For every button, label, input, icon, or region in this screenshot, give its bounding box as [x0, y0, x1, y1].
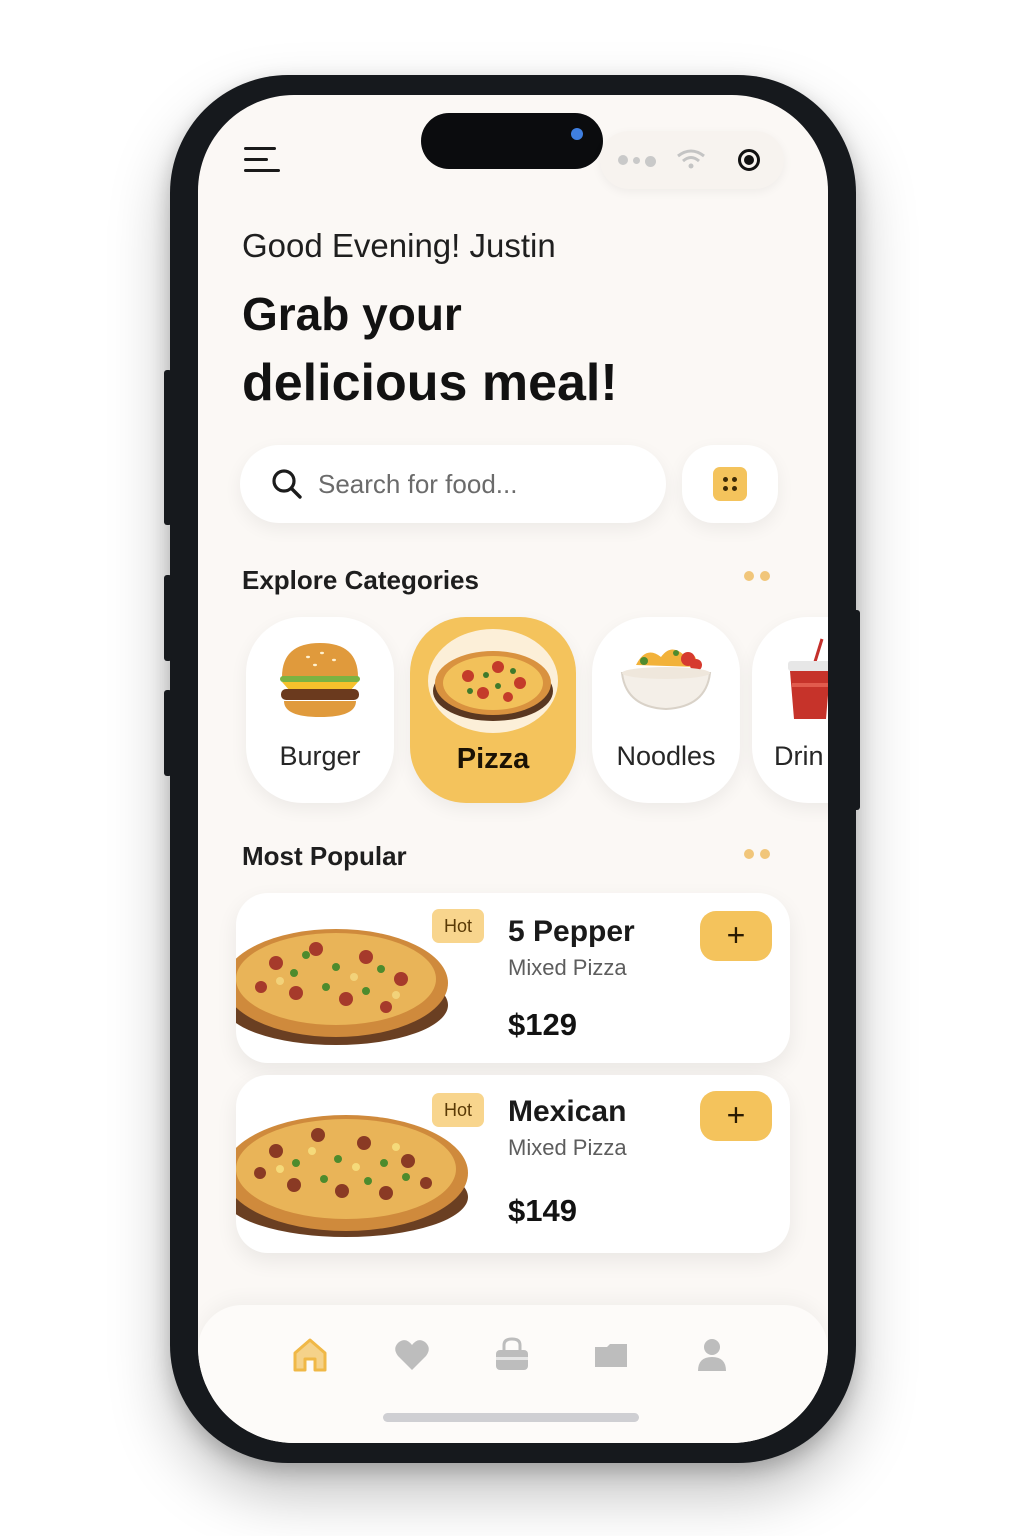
category-label: Noodles: [616, 741, 716, 771]
search-input[interactable]: [318, 463, 638, 505]
popular-title: Most Popular: [242, 841, 407, 871]
popular-item-card[interactable]: Hot 5 Pepper Mixed Pizza $129 +: [236, 893, 790, 1063]
add-to-cart-button[interactable]: +: [700, 1091, 772, 1141]
category-noodles[interactable]: Noodles: [592, 617, 740, 803]
volume-up-button: [164, 575, 172, 661]
home-icon[interactable]: [290, 1335, 330, 1375]
bottom-navigation: [198, 1305, 828, 1443]
item-name: Mexican: [508, 1095, 627, 1128]
headline-line-2: delicious meal!: [242, 354, 618, 412]
grid-icon: [713, 467, 747, 501]
categories-title: Explore Categories: [242, 565, 479, 595]
category-label: Pizza: [456, 743, 530, 775]
item-price: $129: [508, 1007, 577, 1042]
wifi-icon: [676, 148, 706, 175]
signal-dot-icon: [633, 157, 640, 164]
headline-line-1: Grab your: [242, 288, 462, 340]
profile-icon[interactable]: [692, 1335, 732, 1375]
search-bar[interactable]: [240, 445, 666, 523]
drink-icon: [788, 638, 828, 719]
camera-dot: [571, 128, 583, 140]
category-burger[interactable]: Burger: [246, 617, 394, 803]
item-name: 5 Pepper: [508, 915, 635, 948]
filter-button[interactable]: [682, 445, 778, 523]
home-indicator[interactable]: [383, 1413, 639, 1422]
menu-icon[interactable]: [244, 145, 284, 175]
category-label: Burger: [279, 741, 361, 771]
item-description: Mixed Pizza: [508, 955, 627, 980]
popular-item-card[interactable]: Hot Mexican Mixed Pizza $149 +: [236, 1075, 790, 1253]
status-indicators: [600, 131, 784, 189]
greeting-text: Good Evening! Justin: [242, 227, 556, 264]
hot-badge: Hot: [432, 1093, 484, 1127]
category-pizza[interactable]: Pizza: [410, 617, 576, 803]
power-button: [852, 610, 860, 810]
burger-icon: [280, 643, 360, 717]
search-icon: [272, 469, 302, 499]
category-drinks[interactable]: Drin: [752, 617, 828, 803]
item-description: Mixed Pizza: [508, 1135, 627, 1160]
category-label: Drin: [774, 741, 824, 771]
pizza-icon: [433, 651, 553, 721]
dynamic-island: [421, 113, 603, 169]
volume-down-button: [164, 690, 172, 776]
heart-icon[interactable]: [392, 1335, 432, 1375]
signal-dot-icon: [645, 156, 656, 167]
hot-badge: Hot: [432, 909, 484, 943]
action-button: [164, 370, 172, 525]
categories-more-dots[interactable]: [744, 571, 774, 581]
noodles-icon: [620, 649, 712, 711]
add-to-cart-button[interactable]: +: [700, 911, 772, 961]
record-icon: [738, 149, 760, 171]
item-price: $149: [508, 1193, 577, 1228]
popular-more-dots[interactable]: [744, 849, 774, 859]
bag-icon[interactable]: [492, 1335, 532, 1375]
signal-dot-icon: [618, 155, 628, 165]
app-screen: Good Evening! Justin Grab your delicious…: [198, 95, 828, 1443]
wallet-icon[interactable]: [591, 1335, 631, 1375]
